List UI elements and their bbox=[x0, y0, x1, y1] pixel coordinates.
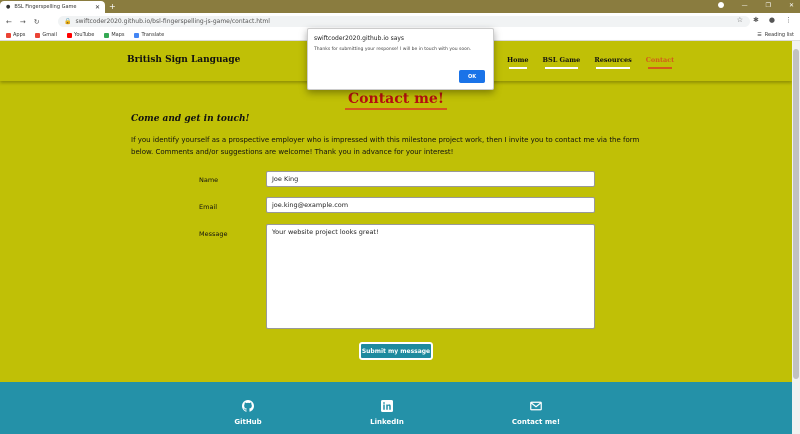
lock-icon: 🔒 bbox=[64, 18, 72, 25]
linkedin-icon bbox=[381, 400, 393, 412]
nav-contact[interactable]: Contact bbox=[646, 56, 674, 69]
reading-list[interactable]: ☰ Reading list bbox=[757, 32, 794, 38]
forward-icon[interactable]: → bbox=[20, 18, 26, 26]
name-field[interactable]: Joe King bbox=[266, 171, 595, 187]
page-title-wrap: Contact me! bbox=[0, 88, 792, 110]
message-label: Message bbox=[199, 230, 228, 238]
footer-linkedin-link[interactable]: LinkedIn bbox=[347, 400, 427, 426]
intro-text: If you identify yourself as a prospectiv… bbox=[131, 136, 640, 156]
footer-contact-label: Contact me! bbox=[511, 418, 561, 426]
submit-button[interactable]: Submit my message bbox=[359, 342, 433, 360]
nav-bsl-game[interactable]: BSL Game bbox=[543, 56, 580, 69]
minimize-icon[interactable]: — bbox=[742, 2, 748, 10]
bookmark-gmail[interactable]: Gmail bbox=[35, 32, 57, 38]
message-textarea[interactable]: Your website project looks great! bbox=[266, 224, 595, 329]
browser-tab[interactable]: ● BSL Fingerspelling Game ✕ bbox=[0, 1, 105, 13]
nav-links: Home BSL Game Resources Contact bbox=[507, 56, 674, 69]
profile-icon[interactable] bbox=[717, 2, 724, 10]
close-tab-icon[interactable]: ✕ bbox=[95, 4, 100, 11]
back-icon[interactable]: ← bbox=[6, 18, 12, 26]
page-subheading: Come and get in touch! bbox=[131, 114, 250, 124]
name-label: Name bbox=[199, 176, 219, 184]
email-field[interactable]: joe.king@example.com bbox=[266, 197, 595, 213]
footer-github-label: GitHub bbox=[234, 418, 262, 426]
page-scrollbar[interactable] bbox=[792, 41, 800, 434]
youtube-icon bbox=[66, 32, 72, 38]
envelope-icon bbox=[530, 401, 542, 411]
window-controls: — ❐ ✕ bbox=[717, 2, 794, 10]
tab-title: BSL Fingerspelling Game bbox=[14, 4, 77, 10]
url-input[interactable]: 🔒 swiftcoder2020.github.io/bsl-fingerspe… bbox=[58, 16, 750, 27]
star-icon[interactable]: ☆ bbox=[737, 16, 743, 24]
github-icon bbox=[242, 400, 254, 412]
site-footer: GitHub LinkedIn Contact me! bbox=[0, 382, 792, 434]
page-title: Contact me! bbox=[345, 91, 447, 110]
new-tab-icon[interactable]: + bbox=[109, 2, 116, 11]
site-brand[interactable]: British Sign Language bbox=[127, 55, 240, 65]
footer-contact-link[interactable]: Contact me! bbox=[496, 400, 576, 426]
reading-list-icon: ☰ bbox=[757, 32, 762, 38]
globe-icon: ● bbox=[6, 4, 11, 10]
dialog-ok-button[interactable]: OK bbox=[459, 70, 485, 83]
maps-icon bbox=[104, 32, 110, 38]
alert-dialog: swiftcoder2020.github.io says Thanks for… bbox=[307, 28, 494, 90]
reload-icon[interactable]: ↻ bbox=[34, 18, 40, 26]
gmail-icon bbox=[35, 32, 41, 38]
close-window-icon[interactable]: ✕ bbox=[789, 2, 794, 10]
restore-icon[interactable]: ❐ bbox=[766, 2, 771, 10]
bookmark-maps[interactable]: Maps bbox=[104, 32, 124, 38]
account-icon[interactable]: ● bbox=[769, 16, 775, 24]
nav-home[interactable]: Home bbox=[507, 56, 529, 69]
bookmark-apps[interactable]: Apps bbox=[6, 32, 25, 38]
email-label: Email bbox=[199, 203, 218, 211]
extensions-icon[interactable]: ✱ bbox=[753, 16, 759, 24]
footer-github-link[interactable]: GitHub bbox=[208, 400, 288, 426]
scrollbar-thumb[interactable] bbox=[793, 49, 799, 379]
nav-resources[interactable]: Resources bbox=[594, 56, 632, 69]
bookmark-youtube[interactable]: YouTube bbox=[66, 32, 94, 38]
dialog-title: swiftcoder2020.github.io says bbox=[314, 35, 405, 42]
bookmark-translate[interactable]: Translate bbox=[134, 32, 164, 38]
browser-titlebar: ● BSL Fingerspelling Game ✕ + — ❐ ✕ bbox=[0, 0, 800, 13]
url-text: swiftcoder2020.github.io/bsl-fingerspell… bbox=[75, 18, 270, 25]
menu-icon[interactable]: ⋮ bbox=[785, 16, 792, 24]
dialog-message: Thanks for submitting your response! I w… bbox=[314, 47, 472, 52]
footer-linkedin-label: LinkedIn bbox=[370, 418, 404, 426]
apps-icon bbox=[6, 32, 11, 38]
translate-icon bbox=[134, 32, 140, 38]
page-content: British Sign Language Home BSL Game Reso… bbox=[0, 41, 792, 434]
